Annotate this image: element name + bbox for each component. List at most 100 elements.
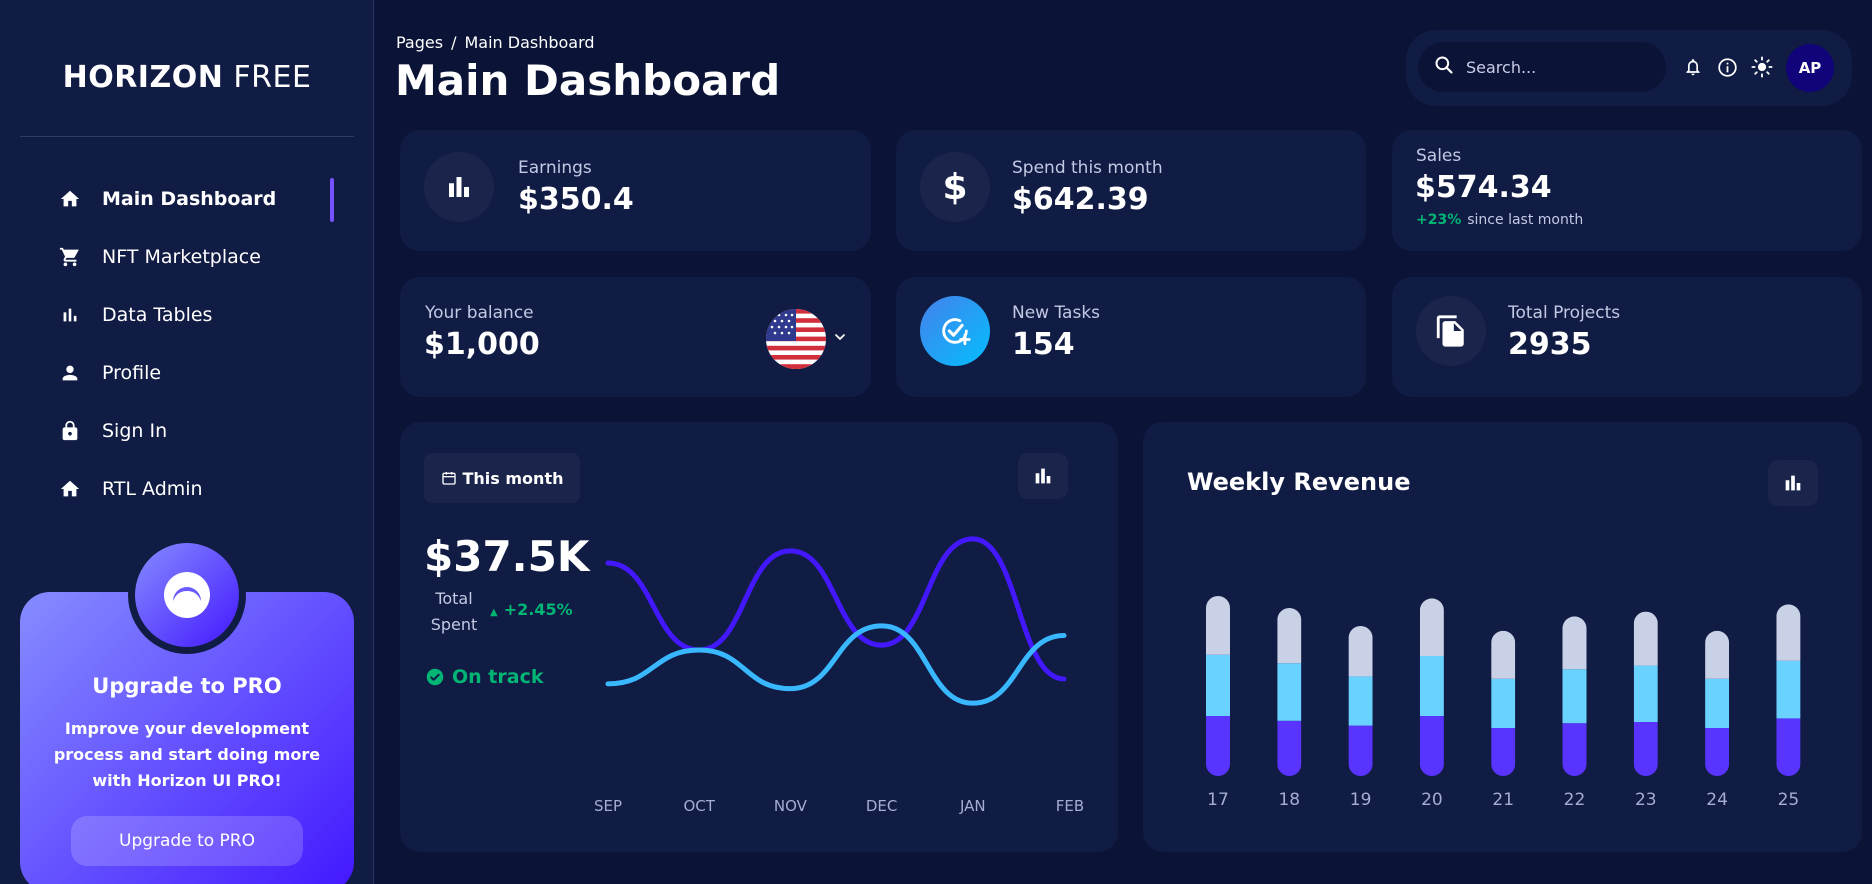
search-input[interactable] [1466,57,1646,77]
weekly-revenue-card: Weekly Revenue 17 18 19 20 21 22 23 24 25 [1143,422,1862,852]
sidebar-item-label: Main Dashboard [102,188,277,210]
bar-segment-2 [1277,663,1302,721]
us-flag-icon[interactable] [766,309,826,369]
stat-label: Spend this month [1012,158,1163,178]
sidebar-divider [20,136,354,137]
sidebar-item-sign-in[interactable]: Sign In [0,402,374,460]
bar-segment-2 [1776,660,1801,719]
chevron-down-icon[interactable] [832,329,848,349]
bar-stack[interactable] [1277,608,1302,776]
sidebar-item-rtl-admin[interactable]: RTL Admin [0,460,374,518]
balance-card: Your balance $1,000 [400,277,871,397]
bar-segment-1 [1562,723,1587,776]
sales-change-text: since last month [1467,212,1584,228]
bar-segment-3 [1705,630,1730,679]
x-axis-tick-label: 23 [1635,790,1657,810]
bar-segment-2 [1491,678,1516,728]
bar-stack[interactable] [1419,598,1444,776]
x-axis-tick-label: 18 [1278,790,1300,810]
promo-text: Improve your development process and sta… [53,719,321,790]
bar-chart: 17 18 19 20 21 22 23 24 25 [1206,596,1801,810]
bar-stack[interactable] [1206,596,1230,776]
x-axis-tick-label: 24 [1706,790,1728,810]
stat-value: $350.4 [518,182,634,217]
bar-segment-1 [1206,716,1230,776]
stat-label: Total Projects [1508,303,1621,323]
theme-toggle-sun-icon[interactable] [1751,56,1773,78]
bar-segment-3 [1491,630,1516,679]
bar-segment-1 [1348,725,1373,776]
stat-label: Earnings [518,158,592,178]
bar-segment-1 [1491,728,1516,776]
breadcrumb-separator: / [451,33,457,52]
home-icon [58,187,82,211]
search-icon [1434,55,1454,79]
home-icon [58,477,82,501]
cart-icon [58,245,82,269]
sidebar-item-label: Profile [102,362,162,384]
bar-segment-3 [1419,598,1444,656]
total-projects-card: Total Projects 2935 [1392,277,1862,397]
person-icon [58,361,82,385]
bar-segment-1 [1776,718,1801,776]
bar-stack[interactable] [1562,616,1587,776]
sidebar-item-label: Sign In [102,420,168,442]
brand-logo[interactable]: HORIZON FREE [0,60,374,95]
bar-stack[interactable] [1776,604,1801,776]
dollar-icon: $ [920,152,990,222]
x-axis-tick-label: OCT [683,797,715,815]
x-axis-tick-label: 17 [1207,790,1229,810]
upgrade-promo-card: Upgrade to PRO Improve your development … [20,536,354,884]
x-axis-tick-label: 19 [1350,790,1372,810]
sidebar-item-data-tables[interactable]: Data Tables [0,286,374,344]
sidebar-item-profile[interactable]: Profile [0,344,374,402]
bar-segment-1 [1419,716,1444,776]
breadcrumb-root[interactable]: Pages [396,33,443,52]
sidebar-item-label: NFT Marketplace [102,246,261,268]
bar-stack[interactable] [1705,630,1730,776]
bar-segment-2 [1562,669,1587,724]
stat-value: $574.34 [1415,170,1552,205]
stat-label: Sales [1416,146,1462,166]
file-copy-icon [1416,296,1486,366]
total-spent-card: This month $37.5K Total Spent ▲ +2.45% On… [400,422,1118,852]
stat-label: Your balance [425,303,534,323]
bar-stack[interactable] [1491,630,1516,776]
earnings-card: Earnings $350.4 [400,130,871,251]
bar-segment-3 [1633,611,1658,666]
info-icon[interactable] [1716,56,1738,78]
new-tasks-card: New Tasks 154 [896,277,1366,397]
bar-segment-2 [1419,656,1444,716]
check-add-icon [920,296,990,366]
bar-stack[interactable] [1633,611,1658,776]
sidebar-nav: Main Dashboard NFT Marketplace Data Tabl… [0,170,374,518]
sidebar-item-main-dashboard[interactable]: Main Dashboard [0,170,374,228]
page-title: Main Dashboard [395,56,781,105]
bar-segment-1 [1705,728,1730,776]
bar-segment-3 [1348,626,1373,677]
bar-chart-icon [424,152,494,222]
active-indicator [330,178,334,222]
promo-badge [128,536,246,654]
bell-icon[interactable] [1682,56,1704,78]
bar-chart-icon [58,303,82,327]
sales-change-percent: +23% [1416,212,1462,228]
sidebar: HORIZON FREE Main Dashboard NFT Marketpl… [0,0,374,884]
stat-value: 2935 [1508,327,1592,362]
breadcrumb-current[interactable]: Main Dashboard [464,33,594,52]
bar-segment-2 [1206,654,1230,716]
brand-bold: HORIZON [62,60,224,95]
sales-card: Sales $574.34 +23% since last month [1392,130,1862,251]
sidebar-item-nft-marketplace[interactable]: NFT Marketplace [0,228,374,286]
avatar[interactable]: AP [1786,44,1834,92]
x-axis-tick-label: SEP [594,797,622,815]
stat-value: $642.39 [1012,182,1149,217]
sales-change: +23% since last month [1416,212,1583,228]
bar-stack[interactable] [1348,626,1373,776]
search-box [1418,42,1666,92]
x-axis-tick-label: 22 [1564,790,1586,810]
bar-segment-3 [1776,604,1801,661]
bar-segment-3 [1562,616,1587,670]
upgrade-button[interactable]: Upgrade to PRO [71,816,303,866]
x-axis-tick-label: JAN [959,797,986,815]
